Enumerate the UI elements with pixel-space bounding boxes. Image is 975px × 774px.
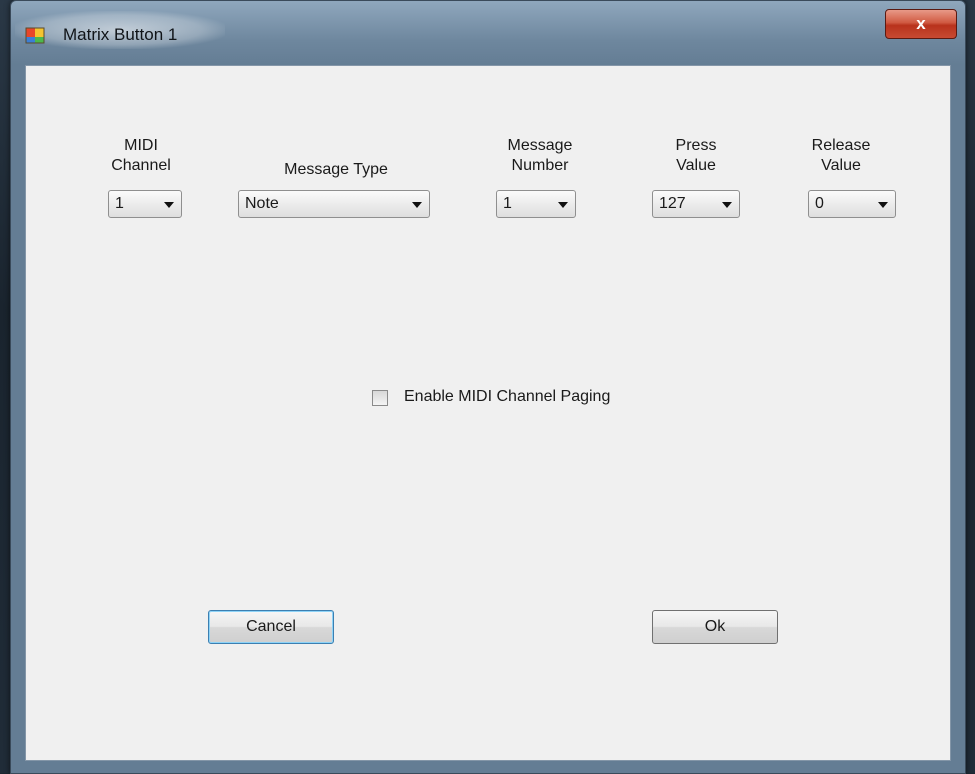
enable-midi-channel-paging-checkbox[interactable] bbox=[372, 390, 388, 406]
cancel-button[interactable]: Cancel bbox=[208, 610, 334, 644]
chevron-down-icon bbox=[558, 202, 568, 208]
chevron-down-icon bbox=[412, 202, 422, 208]
midi-channel-dropdown[interactable]: 1 bbox=[108, 190, 182, 218]
release-value-dropdown[interactable]: 0 bbox=[808, 190, 896, 218]
title-bar[interactable]: Matrix Button 1 x bbox=[11, 1, 965, 65]
message-number-dropdown[interactable]: 1 bbox=[496, 190, 576, 218]
cancel-button-label: Cancel bbox=[246, 618, 296, 635]
message-type-dropdown[interactable]: Note bbox=[238, 190, 430, 218]
message-number-label: Message Number bbox=[507, 137, 573, 174]
close-icon: x bbox=[916, 14, 926, 33]
ok-button[interactable]: Ok bbox=[652, 610, 778, 644]
desktop-background: Matrix Button 1 x MIDI Channel 1 Message… bbox=[0, 0, 975, 774]
message-type-label: Message Type bbox=[284, 161, 388, 178]
enable-midi-channel-paging-label[interactable]: Enable MIDI Channel Paging bbox=[404, 388, 610, 406]
midi-channel-label: MIDI Channel bbox=[111, 137, 171, 174]
press-value-label: Press Value bbox=[675, 137, 717, 174]
message-type-value: Note bbox=[245, 195, 279, 212]
dialog-client-area: MIDI Channel 1 Message Type Note Message… bbox=[25, 65, 951, 761]
dialog-window: Matrix Button 1 x MIDI Channel 1 Message… bbox=[10, 0, 966, 774]
press-value-value: 127 bbox=[659, 195, 686, 212]
message-number-value: 1 bbox=[503, 195, 512, 212]
close-button[interactable]: x bbox=[885, 9, 957, 39]
window-title: Matrix Button 1 bbox=[63, 25, 178, 44]
ok-button-label: Ok bbox=[704, 618, 726, 635]
app-icon bbox=[25, 27, 45, 44]
release-value-value: 0 bbox=[815, 195, 824, 212]
chevron-down-icon bbox=[164, 202, 174, 208]
release-value-label: Release Value bbox=[811, 137, 871, 174]
midi-channel-value: 1 bbox=[115, 195, 124, 212]
press-value-dropdown[interactable]: 127 bbox=[652, 190, 740, 218]
chevron-down-icon bbox=[878, 202, 888, 208]
chevron-down-icon bbox=[722, 202, 732, 208]
